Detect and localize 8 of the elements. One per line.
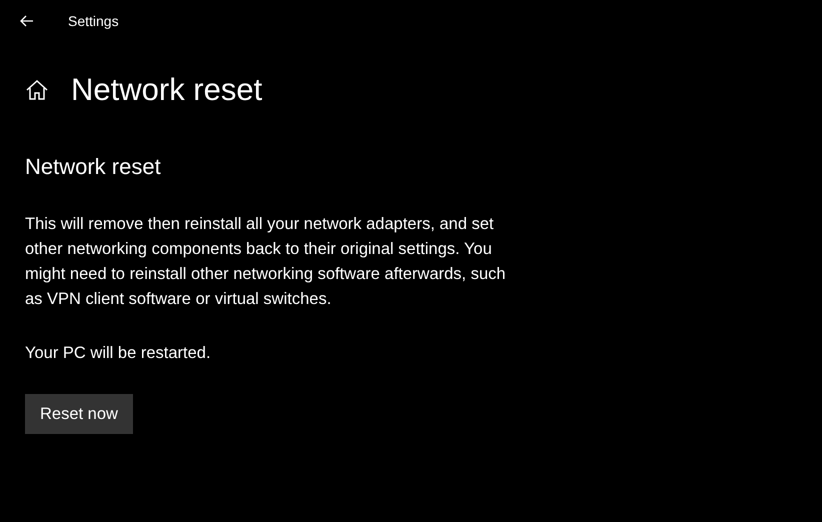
restart-note: Your PC will be restarted. [25, 344, 212, 363]
window-title: Settings [68, 13, 119, 29]
home-icon[interactable] [26, 80, 48, 100]
back-icon[interactable] [20, 15, 34, 27]
page-title: Network reset [71, 72, 262, 108]
description-text: This will remove then reinstall all your network adapters, and set other networking components back to their original settings. You might need to reinstall other networking software afterwards, such as VPN client software or virtual switches. [25, 214, 507, 310]
reset-now-button[interactable]: Reset now [25, 394, 133, 434]
section-heading: Network reset [25, 154, 162, 180]
